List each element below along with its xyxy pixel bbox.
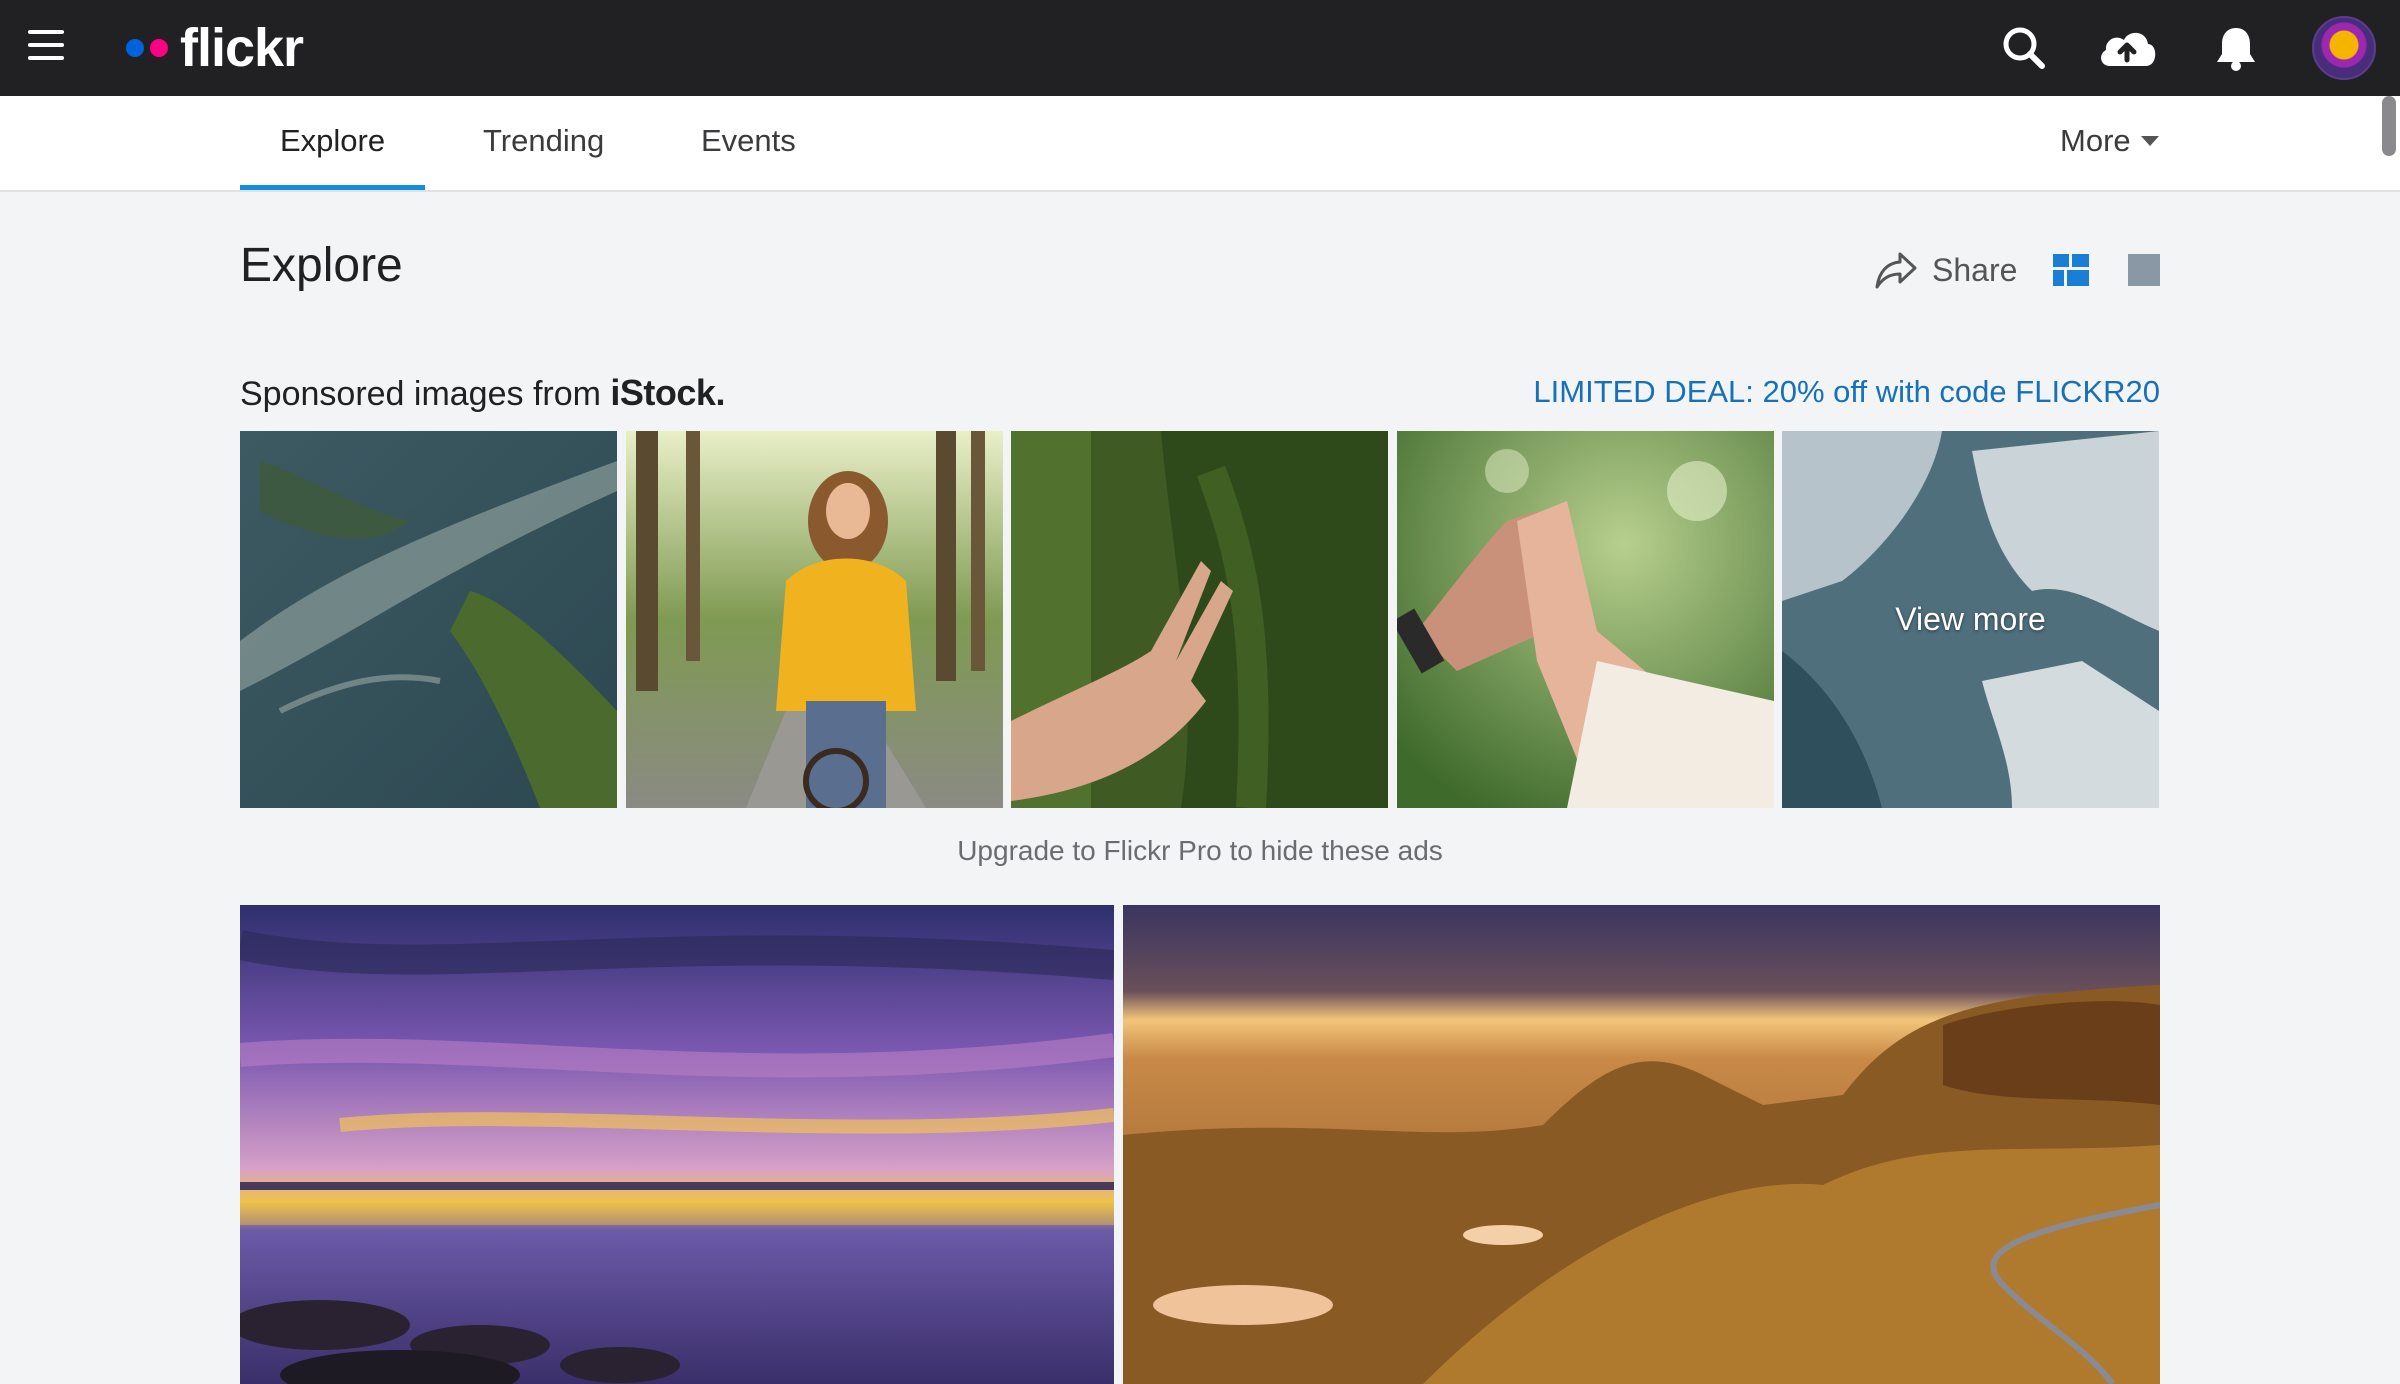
page-title: Explore <box>240 239 403 292</box>
upload-cloud-icon[interactable] <box>2094 22 2160 74</box>
tab-explore[interactable]: Explore <box>239 96 426 190</box>
sponsored-heading: Sponsored images from iStock. <box>240 372 725 414</box>
sponsored-image-2[interactable] <box>626 431 1003 808</box>
search-icon[interactable] <box>1998 22 2050 74</box>
top-bar: flickr <box>0 0 2400 96</box>
sponsored-image-4[interactable] <box>1397 431 1774 808</box>
share-arrow-icon <box>1875 252 1917 289</box>
sunset-lake-photo <box>240 905 1114 1384</box>
caret-down-icon <box>2140 135 2159 146</box>
upgrade-pro-link[interactable]: Upgrade to Flickr Pro to hide these ads <box>0 835 2400 867</box>
menu-icon[interactable] <box>28 30 64 66</box>
bell-icon[interactable] <box>2210 22 2262 74</box>
avatar[interactable] <box>2312 16 2376 80</box>
more-label: More <box>2060 123 2131 158</box>
share-button[interactable]: Share <box>1874 248 2017 292</box>
istock-brand[interactable]: iStock. <box>610 372 725 413</box>
sponsored-image-5[interactable]: View more <box>1782 431 2159 808</box>
flickr-logo[interactable]: flickr <box>126 18 304 78</box>
photo-1[interactable] <box>240 905 1114 1384</box>
share-label: Share <box>1932 251 2018 288</box>
photo-2[interactable] <box>1123 905 2160 1384</box>
hands-clasp-image <box>1397 431 1774 808</box>
more-dropdown[interactable]: More <box>2060 96 2159 190</box>
tab-events[interactable]: Events <box>701 96 796 190</box>
woman-bicycle-image <box>626 431 1003 808</box>
sponsored-prefix: Sponsored images from <box>240 375 611 413</box>
single-view-icon[interactable] <box>2128 254 2160 286</box>
logo-blue-dot <box>126 39 144 57</box>
mountain-landscape-photo <box>1123 905 2160 1384</box>
limited-deal-link[interactable]: LIMITED DEAL: 20% off with code FLICKR20 <box>1533 374 2160 410</box>
view-more-link[interactable]: View more <box>1782 431 2159 808</box>
logo-wordmark: flickr <box>180 18 304 78</box>
logo-pink-dot <box>150 39 168 57</box>
scrollbar-thumb[interactable] <box>2382 96 2396 156</box>
grid-view-icon[interactable] <box>2053 254 2089 286</box>
sub-navigation: Explore Trending Events More <box>0 96 2400 192</box>
tab-trending[interactable]: Trending <box>483 96 604 190</box>
hand-moss-tree-image <box>1011 431 1388 808</box>
sponsored-image-3[interactable] <box>1011 431 1388 808</box>
sponsored-image-1[interactable] <box>240 431 617 808</box>
aerial-river-image <box>240 431 617 808</box>
